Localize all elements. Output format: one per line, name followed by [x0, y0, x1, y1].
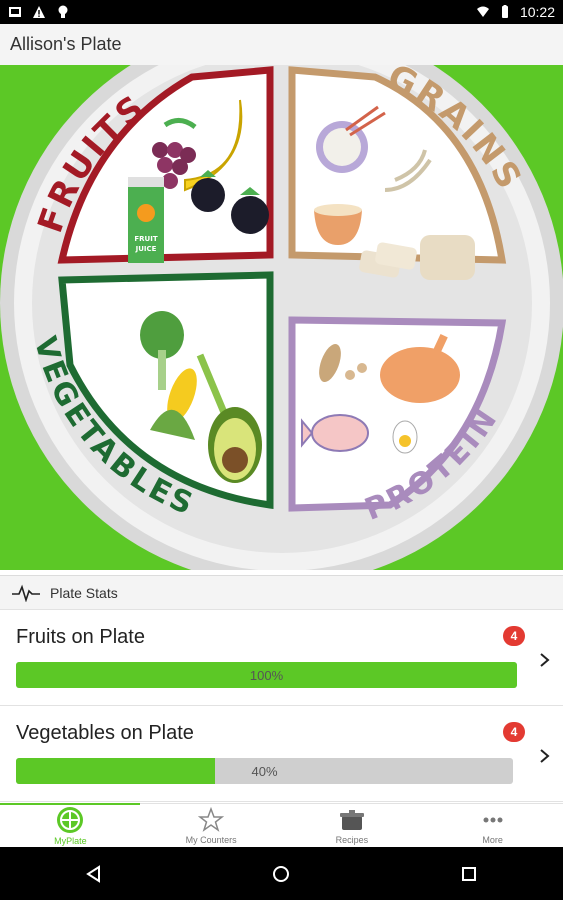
- pulse-icon: [12, 584, 40, 602]
- nav-my-counters[interactable]: My Counters: [141, 804, 282, 847]
- star-icon: [198, 806, 225, 832]
- stat-title: Fruits on Plate: [16, 626, 145, 648]
- more-dots-icon: [483, 817, 503, 822]
- image-icon: [9, 7, 21, 17]
- page-title: Allison's Plate: [10, 34, 122, 54]
- stat-row-fruits[interactable]: Fruits on Plate 4 100%: [0, 610, 563, 706]
- nav-more[interactable]: More: [422, 804, 563, 847]
- svg-text:JUICE: JUICE: [135, 245, 157, 253]
- pot-icon: [339, 809, 364, 830]
- wifi-icon: [476, 6, 489, 17]
- progress-bar: 40%: [16, 758, 513, 784]
- nav-label: More: [482, 834, 503, 845]
- avocado-icon: [208, 407, 262, 483]
- plate-stats-header: Plate Stats: [0, 575, 563, 610]
- stat-title: Vegetables on Plate: [16, 722, 194, 744]
- plate-illustration[interactable]: FRUITS FRUIT JUICE GRAINS VEGETABLES PRO…: [0, 65, 563, 570]
- nav-label: MyPlate: [54, 835, 87, 846]
- app-bar: Allison's Plate: [0, 24, 563, 65]
- nav-myplate[interactable]: MyPlate: [0, 803, 141, 847]
- egg-icon: [392, 420, 418, 454]
- chevron-right-icon[interactable]: [538, 746, 552, 766]
- chevron-right-icon[interactable]: [538, 650, 552, 670]
- lightbulb-icon: [58, 5, 68, 18]
- battery-icon: [501, 5, 508, 18]
- home-icon[interactable]: [271, 864, 291, 884]
- fruit-juice-icon: FRUIT JUICE: [128, 177, 164, 263]
- bottom-nav: MyPlate My Counters Recipes More: [0, 803, 563, 847]
- screen: 10:22 Allison's Plate FRUITS FRUIT JUICE…: [0, 0, 563, 900]
- progress-label: 40%: [251, 763, 278, 779]
- recents-icon[interactable]: [459, 864, 479, 884]
- nav-label: My Counters: [185, 834, 237, 845]
- svg-text:FRUIT: FRUIT: [134, 235, 157, 243]
- back-icon[interactable]: [84, 864, 104, 884]
- plate-svg: FRUITS FRUIT JUICE GRAINS VEGETABLES PRO…: [0, 65, 563, 570]
- warning-icon: [33, 6, 45, 18]
- nav-label: Recipes: [335, 834, 369, 845]
- stat-row-vegetables[interactable]: Vegetables on Plate 4 40%: [0, 706, 563, 802]
- count-badge: 4: [503, 722, 525, 742]
- progress-label: 100%: [249, 667, 284, 683]
- system-nav-bar: [0, 847, 563, 900]
- count-badge: 4: [503, 626, 525, 646]
- status-bar: 10:22: [0, 0, 563, 24]
- plate-stats-title: Plate Stats: [50, 584, 118, 601]
- progress-bar: 100%: [16, 662, 517, 688]
- nav-recipes[interactable]: Recipes: [282, 804, 423, 847]
- clock: 10:22: [519, 4, 555, 20]
- myplate-icon: [57, 806, 84, 833]
